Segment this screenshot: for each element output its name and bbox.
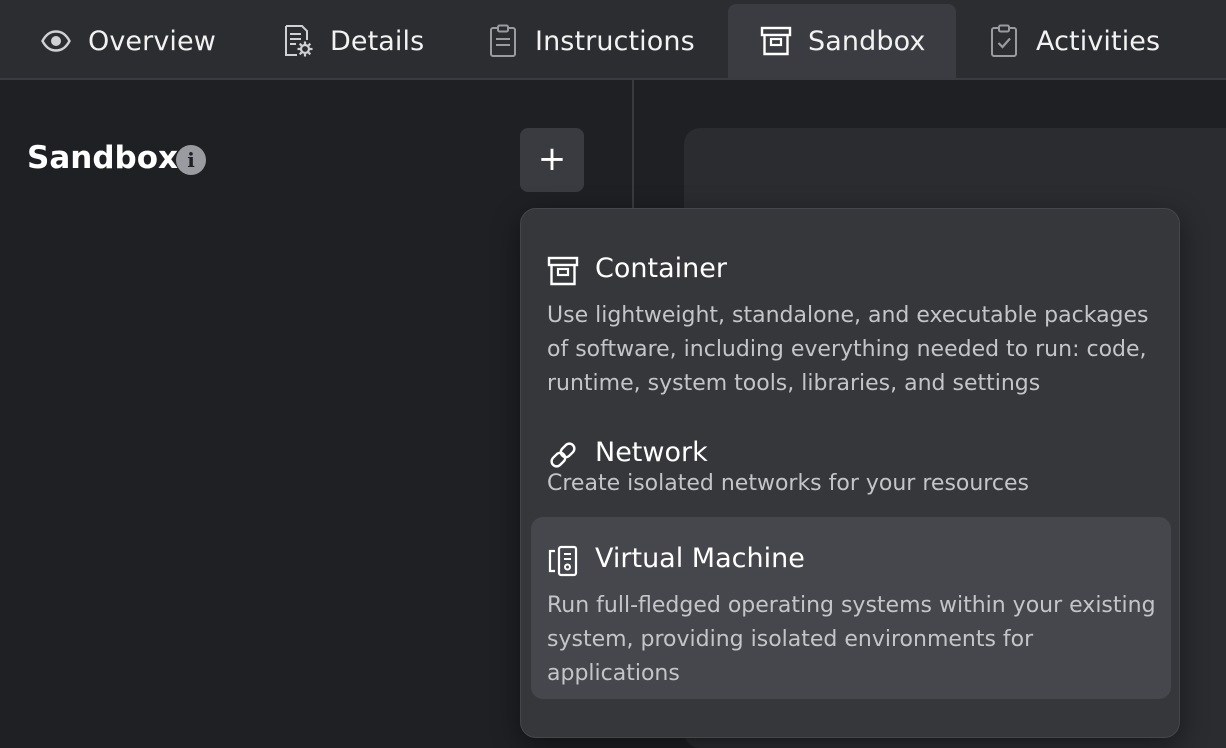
tab-activities[interactable]: Activities <box>988 4 1188 78</box>
tab-label: Details <box>330 25 425 57</box>
menu-item-virtual-machine[interactable]: Virtual Machine Run full-fledged operati… <box>531 517 1171 699</box>
archive-box-icon <box>547 255 579 287</box>
menu-item-description: Run full-fledged operating systems withi… <box>547 593 1156 686</box>
clipboard-icon <box>487 24 519 57</box>
menu-item-description: Create isolated networks for your resour… <box>547 471 1029 496</box>
menu-item-container[interactable]: Container Use lightweight, standalone, a… <box>531 225 1171 403</box>
tab-details[interactable]: Details <box>282 4 452 78</box>
tab-bar: Overview Details Instructions Sandbox Ac… <box>0 0 1226 80</box>
clipboard-check-icon <box>988 24 1020 57</box>
add-sandbox-button[interactable]: + <box>520 128 584 192</box>
tab-label: Sandbox <box>808 25 926 57</box>
info-icon[interactable]: i <box>176 145 206 175</box>
server-device-icon <box>547 545 579 577</box>
menu-item-title: Virtual Machine <box>595 543 805 574</box>
menu-item-network[interactable]: Network Create isolated networks for you… <box>531 407 1171 509</box>
tab-instructions[interactable]: Instructions <box>487 4 707 78</box>
panel-title: Sandbox <box>27 140 178 176</box>
tab-label: Activities <box>1036 25 1161 57</box>
tab-sandbox[interactable]: Sandbox <box>728 4 956 78</box>
document-gear-icon <box>282 25 314 57</box>
tab-label: Instructions <box>535 25 695 57</box>
menu-item-title: Container <box>595 253 727 284</box>
menu-item-description: Use lightweight, standalone, and executa… <box>547 303 1149 396</box>
menu-item-title: Network <box>595 437 708 468</box>
add-resource-menu: Container Use lightweight, standalone, a… <box>520 208 1180 738</box>
tab-label: Overview <box>88 25 216 57</box>
archive-box-icon <box>760 25 792 57</box>
eye-icon <box>40 25 72 57</box>
tab-overview[interactable]: Overview <box>40 4 240 78</box>
